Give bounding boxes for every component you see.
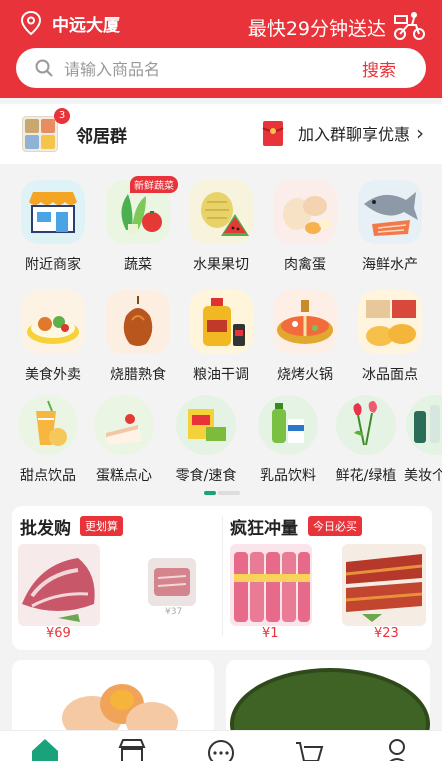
header-bar: 中远大厦 最快29分钟送达 请输入商品名 搜索 <box>0 0 442 98</box>
delivery-eta: 最快29分钟送达 <box>247 18 386 40</box>
category-label: 粮油干调 <box>193 367 249 383</box>
category-label: 水果果切 <box>193 257 249 273</box>
category-item[interactable]: 鲜花/绿植 <box>326 395 406 485</box>
cosmetics-icon <box>406 395 442 455</box>
category-item[interactable]: 肉禽蛋 <box>265 180 345 274</box>
bottom-tab-bar <box>0 730 442 761</box>
oil-icon <box>189 290 253 354</box>
location-pin-icon <box>20 10 42 36</box>
cart-icon[interactable] <box>294 737 324 761</box>
wholesale-price: ¥69 <box>46 626 71 641</box>
category-item[interactable]: 甜点饮品 <box>8 395 88 485</box>
category-label: 附近商家 <box>25 257 81 273</box>
sausage-product-image[interactable] <box>230 544 312 626</box>
cake-icon <box>94 395 154 455</box>
bottom-card-row <box>0 660 442 740</box>
category-label: 蔬菜 <box>124 257 152 273</box>
category-label: 甜点饮品 <box>20 468 76 484</box>
shop-icon[interactable] <box>117 737 147 761</box>
category-label: 零食/速食 <box>175 468 237 484</box>
category-item[interactable]: 海鲜水产 <box>350 180 430 274</box>
promo-card: 批发购 更划算 ¥69 ¥37 疯狂冲量 今日必买 ¥1 ¥23 <box>12 506 432 650</box>
group-badge: 3 <box>54 108 70 124</box>
category-item[interactable]: 美食外卖 <box>13 290 93 384</box>
bbq-pork-price: ¥23 <box>374 626 399 641</box>
category-label: 美食外卖 <box>25 367 81 383</box>
snack-icon <box>176 395 236 455</box>
location-name: 中远大厦 <box>52 15 120 36</box>
category-label: 乳品饮料 <box>260 468 316 484</box>
category-item[interactable]: 附近商家 <box>13 180 93 274</box>
meat-icon <box>273 180 337 244</box>
wholesale-product-image-small[interactable] <box>148 558 196 606</box>
promo-crazy-title[interactable]: 疯狂冲量 <box>230 514 298 539</box>
wholesale-price-small: ¥37 <box>165 607 183 617</box>
drink-icon <box>18 395 78 455</box>
bbq-pork-product-image[interactable] <box>342 544 426 626</box>
delivery-rider-icon <box>394 12 425 40</box>
wholesale-title[interactable]: 批发购 <box>20 514 71 539</box>
chat-icon[interactable] <box>206 737 236 761</box>
wholesale-product-image[interactable] <box>18 544 100 626</box>
chevron-right-icon: › <box>416 121 424 145</box>
red-envelope-icon <box>262 121 284 146</box>
category-tag: 新鲜蔬菜 <box>130 176 178 193</box>
fruit-icon <box>189 180 253 244</box>
hotpot-icon <box>273 290 337 354</box>
egg-product-card[interactable] <box>12 660 214 740</box>
seafood-icon <box>358 180 422 244</box>
home-icon[interactable] <box>30 737 60 761</box>
neighbor-group-bar[interactable]: 3 邻居群 加入群聊享优惠 › <box>0 104 442 164</box>
sausage-price: ¥1 <box>262 626 279 641</box>
profile-icon[interactable] <box>382 737 412 761</box>
category-label: 海鲜水产 <box>362 257 418 273</box>
search-input[interactable]: 请输入商品名 <box>64 56 362 80</box>
roast-duck-icon <box>106 290 170 354</box>
category-item[interactable]: 烧烤火锅 <box>265 290 345 384</box>
category-item[interactable]: 水果果切 <box>181 180 261 274</box>
wholesale-tag: 更划算 <box>80 516 123 536</box>
category-item[interactable]: 美妆个 <box>396 395 442 485</box>
category-label: 冰品面点 <box>362 367 418 383</box>
category-item[interactable]: 蛋糕点心 <box>84 395 164 485</box>
category-label: 烧腊熟食 <box>110 367 166 383</box>
storefront-icon <box>21 180 85 244</box>
search-bar[interactable]: 请输入商品名 搜索 <box>16 48 426 88</box>
takeout-icon <box>21 290 85 354</box>
group-avatar <box>22 116 58 152</box>
search-button[interactable]: 搜索 <box>362 56 396 81</box>
promo-crazy-tag: 今日必买 <box>308 516 362 536</box>
category-item[interactable]: 新鲜蔬菜 蔬菜 <box>98 176 178 274</box>
category-label: 美妆个 <box>404 468 442 484</box>
category-label: 蛋糕点心 <box>96 468 152 484</box>
avocado-product-card[interactable] <box>226 660 430 740</box>
category-item[interactable]: 零食/速食 <box>166 395 246 485</box>
category-item[interactable]: 乳品饮料 <box>248 395 328 485</box>
join-group-link[interactable]: 加入群聊享优惠 › <box>258 118 424 148</box>
category-item[interactable]: 烧腊熟食 <box>98 290 178 384</box>
page-indicator <box>204 491 240 495</box>
bun-icon <box>358 290 422 354</box>
category-label: 肉禽蛋 <box>284 257 326 273</box>
milk-icon <box>258 395 318 455</box>
search-icon <box>35 59 53 77</box>
location-selector[interactable]: 中远大厦 <box>20 10 120 36</box>
category-label: 烧烤火锅 <box>277 367 333 383</box>
flower-icon <box>336 395 396 455</box>
group-name: 邻居群 <box>76 126 127 147</box>
join-group-text: 加入群聊享优惠 <box>297 125 410 144</box>
category-item[interactable]: 粮油干调 <box>181 290 261 384</box>
category-label: 鲜花/绿植 <box>335 468 397 484</box>
category-item[interactable]: 冰品面点 <box>350 290 430 384</box>
